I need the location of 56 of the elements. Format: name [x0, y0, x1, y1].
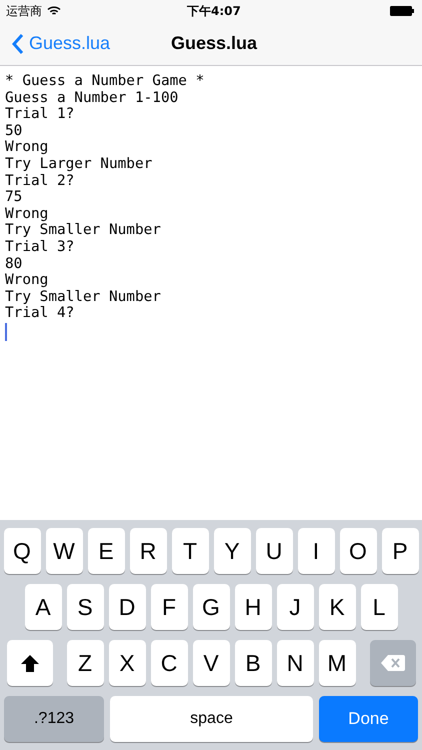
keyboard-key[interactable]: D [108, 584, 146, 630]
carrier-name: 运营商 [6, 3, 42, 20]
wifi-icon [47, 6, 61, 16]
keyboard-key[interactable]: P [382, 528, 418, 574]
keyboard-key[interactable]: J [276, 584, 314, 630]
keyboard-key[interactable]: G [192, 584, 230, 630]
console-line: Wrong [5, 272, 48, 289]
keyboard-key[interactable]: I [298, 528, 334, 574]
backspace-icon [380, 655, 404, 671]
console-line: Trial 1? [5, 106, 74, 123]
keyboard-key[interactable]: O [340, 528, 376, 574]
console-line: Wrong [5, 206, 48, 222]
keyboard-key[interactable]: Q [4, 528, 40, 574]
console-line: Wrong [5, 139, 48, 156]
console-line: 75 [5, 189, 22, 206]
console-output[interactable]: * Guess a Number Game * Guess a Number 1-100 Trial 1? 50 Wrong Try Larger Number Trial 2? 75 Wrong Try Smaller Number Trial 3? 80 Wrong Try Smaller Number Trial 4? [0, 66, 422, 520]
keyboard-key[interactable]: K [318, 584, 356, 630]
numbers-key[interactable]: .?123 [4, 696, 104, 742]
keyboard-key[interactable]: E [88, 528, 124, 574]
keyboard-key[interactable]: B [234, 640, 272, 686]
keyboard-key[interactable]: S [66, 584, 104, 630]
console-line: Trial 3? [5, 238, 74, 256]
keyboard-key[interactable]: T [172, 528, 208, 574]
console-line: Try Larger Number [5, 156, 152, 173]
keyboard-key[interactable]: N [276, 640, 314, 686]
console-line: Guess a Number 1-100 [5, 90, 178, 106]
console-line: 80 [5, 256, 22, 272]
console-line: Try Smaller Number [5, 288, 161, 306]
console-line: Trial 4? [5, 305, 74, 322]
keyboard-key[interactable]: Y [214, 528, 250, 574]
space-key[interactable]: space [110, 696, 313, 742]
console-line: 50 [5, 122, 22, 140]
keyboard-key[interactable]: A [24, 584, 62, 630]
console-line: * Guess a Number Game * [5, 73, 204, 90]
keyboard-key[interactable]: C [150, 640, 188, 686]
keyboard-key[interactable]: H [234, 584, 272, 630]
keyboard-key[interactable]: X [108, 640, 146, 686]
text-cursor [5, 322, 7, 341]
keyboard-key[interactable]: U [256, 528, 292, 574]
console-line: Trial 2? [5, 172, 74, 190]
keyboard-key[interactable]: M [318, 640, 356, 686]
console-line: Try Smaller Number [5, 222, 161, 239]
keyboard-key[interactable]: R [130, 528, 166, 574]
keyboard-key[interactable]: F [150, 584, 188, 630]
chevron-left-icon [12, 34, 24, 54]
back-button[interactable]: Guess.lua [0, 30, 110, 57]
done-key[interactable]: Done [319, 696, 418, 742]
screen-title: Guess.lua [171, 32, 258, 55]
battery-icon [390, 6, 414, 16]
keyboard-key[interactable]: L [360, 584, 398, 630]
shift-arrow-icon [20, 654, 38, 672]
keyboard-key[interactable]: Z [66, 640, 104, 686]
keyboard-key[interactable]: V [192, 640, 230, 686]
shift-key[interactable] [6, 640, 52, 686]
status-time: 下午4:07 [187, 3, 241, 20]
keyboard-key[interactable]: W [46, 528, 82, 574]
